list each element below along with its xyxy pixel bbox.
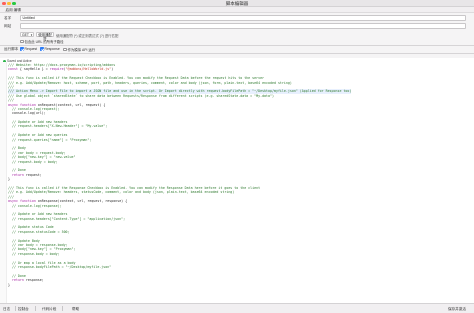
title-bar: 脚本编辑器 [0,0,474,7]
statusbar-separator [62,306,63,311]
status-bar: 日志 控制台 代码片段 帮助 保存并激活 [0,303,474,313]
response-checkbox-box[interactable] [40,47,44,51]
mock-api-checkbox[interactable]: 作为模拟 API 运行 [63,47,95,52]
subpath-checkbox[interactable]: 包含此 URL 的所有子路径 [20,39,64,44]
window-title: 脚本编辑器 [225,0,249,6]
request-checkbox-label: Request [24,47,38,51]
request-checkbox-box[interactable] [20,47,24,51]
method-select[interactable]: GET ▾ [20,32,34,37]
statusbar-console[interactable]: 控制台 [18,307,29,312]
statusbar-separator [15,306,16,311]
response-checkbox-label: Response [44,47,60,51]
statusbar-snippets[interactable]: 代码片段 [42,307,56,312]
response-checkbox[interactable]: Response [40,47,60,51]
subpath-checkbox-label: 包含此 URL 的所有子路径 [24,40,64,44]
run-script-label: 运行脚本 [4,47,19,51]
statusbar-logs[interactable]: 日志 [3,307,10,312]
method-value: GET [22,33,29,37]
form-divider [0,44,474,45]
code-editor[interactable]: /// Website: https://docs.proxyman.io/sc… [0,62,474,303]
name-label: 名字 [4,16,12,20]
chevron-down-icon: ▾ [30,33,33,37]
save-and-activate-button[interactable]: 保存并激活 [448,307,466,312]
name-field[interactable]: Untitled [20,15,466,21]
url-label: 网站 [4,24,12,28]
match-hint: 使用通配符 (*) 或正则表达式 (?) 进行匹配 [56,34,119,38]
mock-api-checkbox-box[interactable] [63,47,67,52]
line-number-gutter [0,62,7,303]
subpath-checkbox-box[interactable] [20,39,24,44]
url-field[interactable] [20,23,466,29]
statusbar-help[interactable]: 帮助 [72,307,79,312]
statusbar-separator [35,306,36,311]
code-content[interactable]: /// Website: https://docs.proxyman.io/sc… [8,63,352,287]
request-checkbox[interactable]: Request [20,47,37,51]
script-settings-form: 名字 Untitled 网站 GET ▾ 使用通配符 使用通配符 (*) 或正则… [0,13,474,58]
mock-api-checkbox-label: 作为模拟 API 运行 [67,48,96,52]
code-line[interactable]: } [8,283,351,287]
form-divider-bottom [0,53,474,54]
wildcard-button[interactable]: 使用通配符 [36,32,54,41]
